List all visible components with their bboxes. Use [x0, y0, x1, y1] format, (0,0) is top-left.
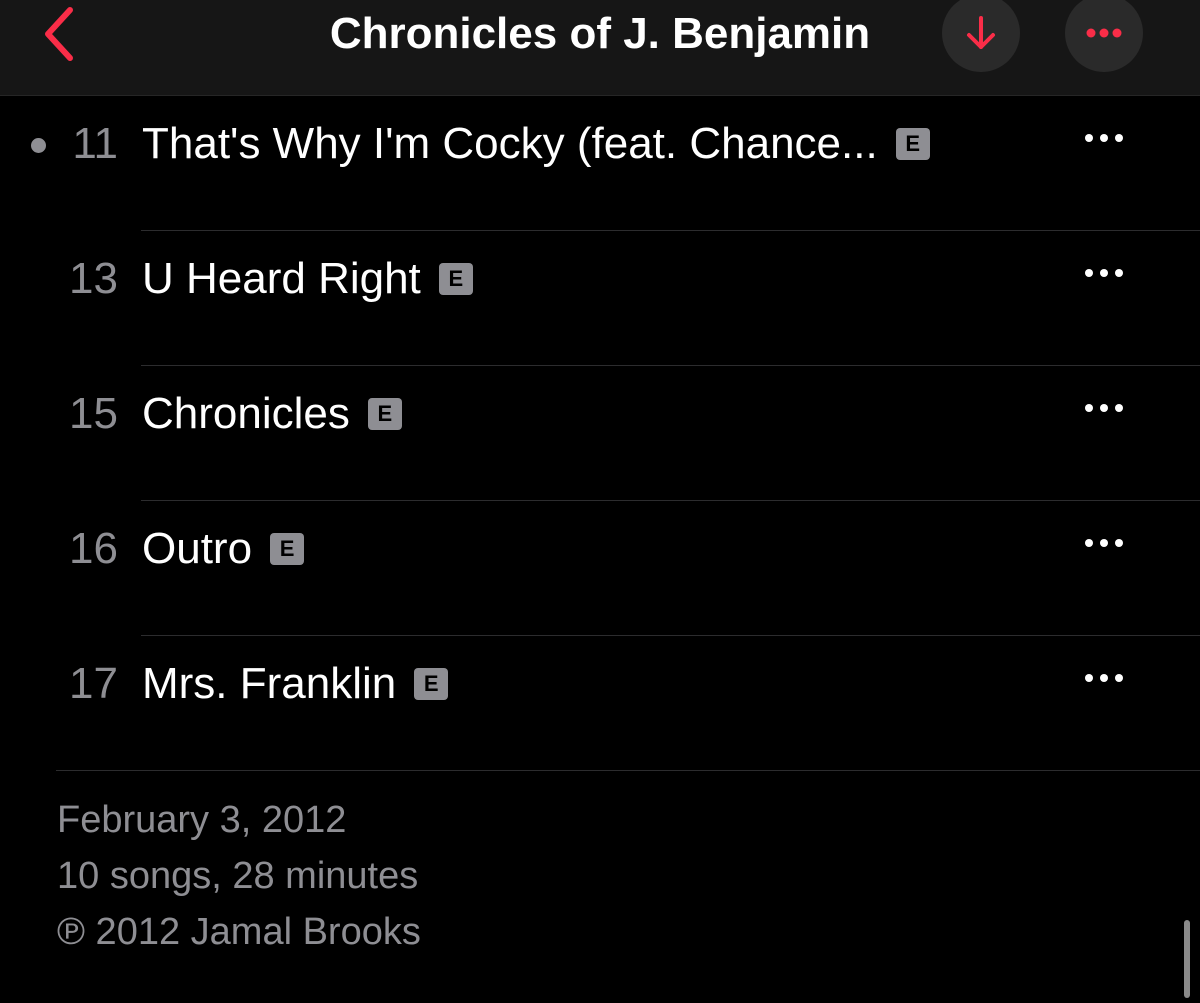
- track-row[interactable]: 11 That's Why I'm Cocky (feat. Chance...…: [0, 96, 1200, 231]
- track-row[interactable]: 16 Outro E: [0, 501, 1200, 636]
- track-number: 11: [72, 119, 118, 168]
- track-title-container: Chronicles E: [142, 386, 402, 442]
- arrow-down-icon: [967, 16, 995, 49]
- download-button[interactable]: [942, 0, 1020, 72]
- track-title: Chronicles: [142, 389, 350, 438]
- track-more-button[interactable]: [1074, 523, 1134, 563]
- more-options-button[interactable]: [1065, 0, 1143, 72]
- track-row[interactable]: 15 Chronicles E: [0, 366, 1200, 501]
- scroll-indicator[interactable]: [1184, 920, 1190, 998]
- navigation-bar: Chronicles of J. Benjamin: [0, 0, 1200, 96]
- track-number: 13: [69, 254, 118, 303]
- track-row[interactable]: 13 U Heard Right E: [0, 231, 1200, 366]
- track-title-container: Outro E: [142, 521, 305, 577]
- track-more-button[interactable]: [1074, 118, 1134, 158]
- explicit-badge: E: [414, 668, 449, 700]
- track-title-container: That's Why I'm Cocky (feat. Chance... E: [142, 116, 930, 172]
- ellipsis-icon: [1085, 134, 1123, 142]
- track-title-container: Mrs. Franklin E: [142, 656, 449, 712]
- track-title: Outro: [142, 524, 253, 573]
- track-list: 11 That's Why I'm Cocky (feat. Chance...…: [0, 96, 1200, 771]
- ellipsis-icon: [1085, 539, 1123, 547]
- track-number: 17: [69, 659, 118, 708]
- ellipsis-icon: [1085, 269, 1123, 277]
- track-number: 15: [69, 389, 118, 438]
- track-number: 16: [69, 524, 118, 573]
- release-date: February 3, 2012: [57, 799, 347, 841]
- explicit-badge: E: [270, 533, 305, 565]
- explicit-badge: E: [438, 263, 473, 295]
- page-title: Chronicles of J. Benjamin: [329, 9, 871, 58]
- track-row[interactable]: 17 Mrs. Franklin E: [0, 636, 1200, 771]
- track-more-button[interactable]: [1074, 658, 1134, 698]
- track-more-button[interactable]: [1074, 388, 1134, 428]
- album-info: February 3, 2012 10 songs, 28 minutes ℗ …: [57, 792, 421, 960]
- track-more-button[interactable]: [1074, 253, 1134, 293]
- row-divider: [56, 770, 1200, 771]
- explicit-badge: E: [367, 398, 402, 430]
- album-summary: 10 songs, 28 minutes: [57, 855, 419, 897]
- ellipsis-icon: [1086, 28, 1122, 38]
- explicit-badge: E: [895, 128, 930, 160]
- copyright-notice: ℗ 2012 Jamal Brooks: [57, 911, 421, 953]
- track-title: Mrs. Franklin: [142, 659, 397, 708]
- back-button[interactable]: [28, 2, 88, 66]
- track-title-container: U Heard Right E: [142, 251, 473, 307]
- chevron-left-icon: [45, 7, 73, 61]
- track-title: That's Why I'm Cocky (feat. Chance...: [142, 119, 878, 168]
- track-title: U Heard Right: [142, 254, 421, 303]
- ellipsis-icon: [1085, 404, 1123, 412]
- ellipsis-icon: [1085, 674, 1123, 682]
